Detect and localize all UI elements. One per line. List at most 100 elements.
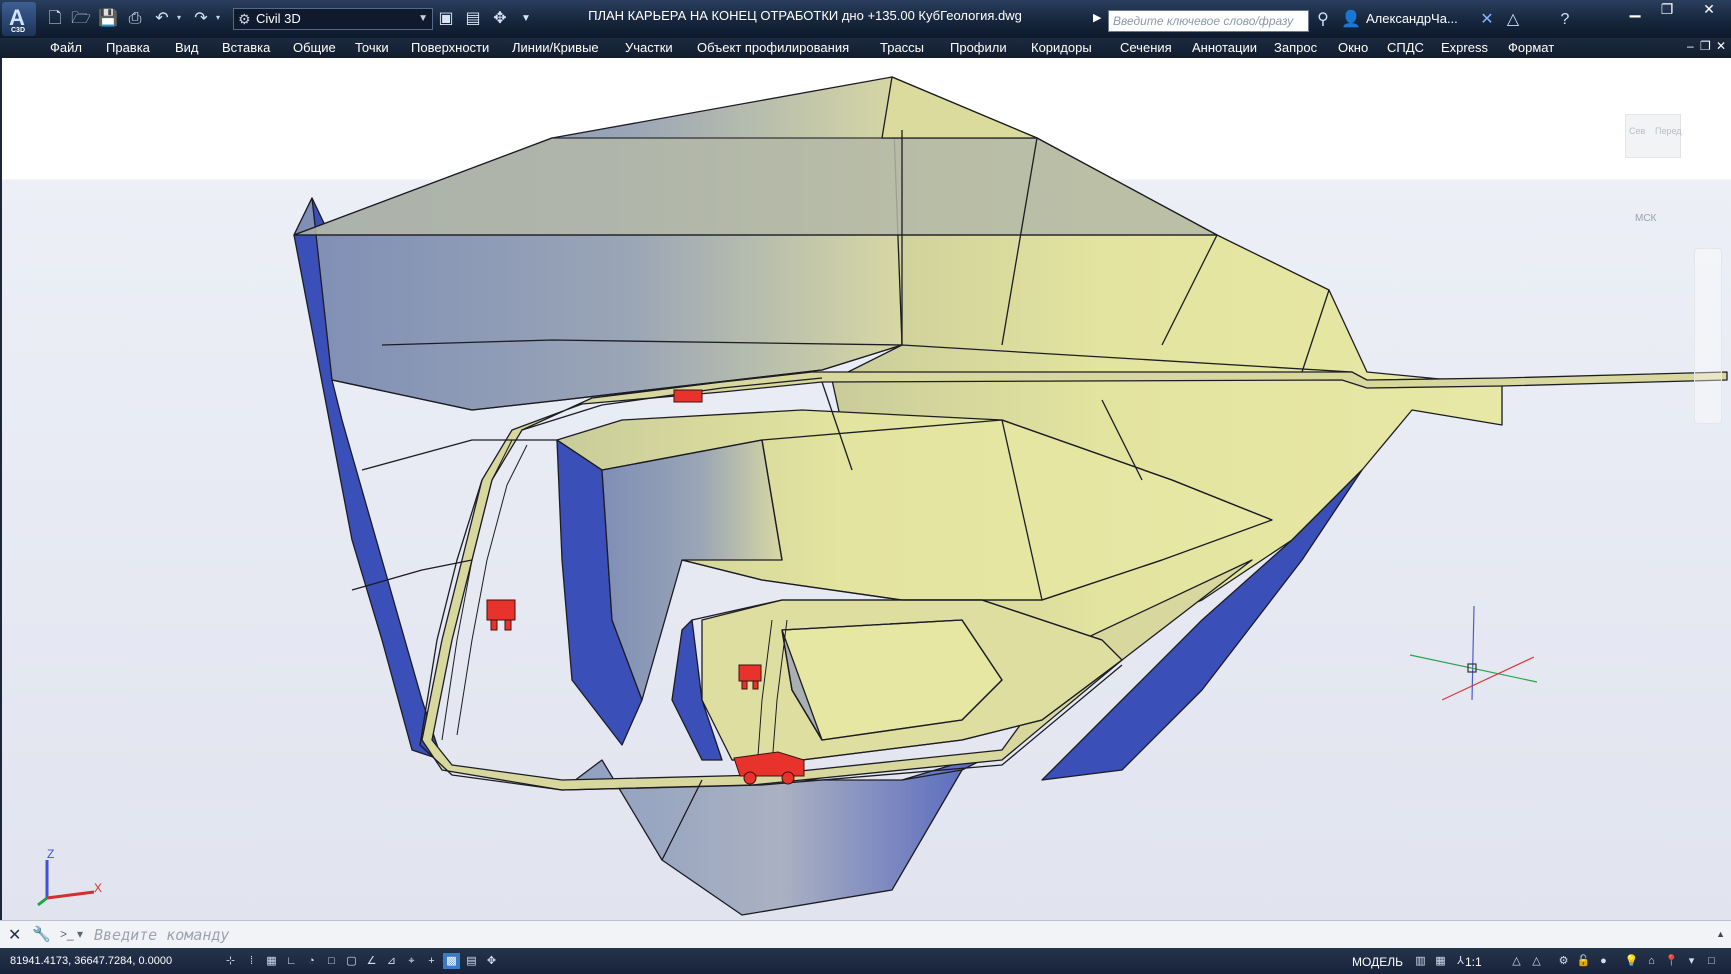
menu-corridors[interactable]: Коридоры	[1031, 40, 1092, 55]
command-line: ✕ 🔧 >_ ▾ Введите команду ▲	[0, 920, 1731, 948]
menu-parcels[interactable]: Участки	[625, 40, 673, 55]
pit-upper-wall-left	[293, 76, 903, 411]
clean-screen-icon[interactable]: □	[1703, 953, 1720, 969]
document-title: ПЛАН КАРЬЕРА НА КОНЕЦ ОТРАБОТКИ дно +135…	[588, 8, 1022, 23]
redo-dropdown-icon[interactable]: ▾	[216, 13, 224, 22]
redo-icon[interactable]: ↷	[190, 8, 212, 30]
close-icon[interactable]: ✕	[8, 925, 21, 945]
status-menu-icon[interactable]: ▾	[1683, 953, 1700, 969]
user-name[interactable]: АлександрЧа...	[1366, 11, 1458, 26]
isolate-objects-icon[interactable]: 💡	[1623, 953, 1640, 969]
open-file-icon[interactable]: 🗁	[70, 8, 92, 30]
workspace-dropdown[interactable]: ⚙ Civil 3D ▼	[233, 8, 433, 30]
menu-points[interactable]: Точки	[355, 40, 389, 55]
toolspace-icon[interactable]: ▤	[462, 8, 484, 30]
3d-osnap-icon[interactable]: ▢	[343, 953, 360, 969]
menu-profiles[interactable]: Профили	[950, 40, 1007, 55]
doc-minimize-icon[interactable]: –	[1687, 39, 1694, 53]
maximize-window-icon[interactable]: ❐	[1652, 0, 1682, 20]
pit-top-bench	[293, 137, 1218, 236]
wcs-menu[interactable]: МСК	[1635, 213, 1656, 224]
hardware-acceleration-icon[interactable]: ●	[1595, 953, 1612, 969]
menu-lines-curves[interactable]: Линии/Кривые	[512, 40, 599, 55]
doc-restore-icon[interactable]: ❐	[1700, 39, 1711, 53]
minimize-window-icon[interactable]: ▁	[1620, 0, 1650, 20]
menu-inquiry[interactable]: Запрос	[1274, 40, 1317, 55]
wrench-icon[interactable]: 🔧	[32, 925, 51, 943]
menu-bar: Файл Правка Вид Вставка Общие Точки Пове…	[0, 38, 1731, 58]
layout-icon[interactable]: ▥	[1412, 953, 1429, 969]
undo-icon[interactable]: ↶	[151, 8, 173, 30]
coordinates-readout: 81941.4173, 36647.7284, 0.0000	[10, 955, 173, 967]
help-icon[interactable]: ?	[1554, 9, 1576, 31]
geolocation-icon[interactable]: ⌂	[1643, 953, 1660, 969]
new-file-icon[interactable]: 🗋	[44, 8, 66, 30]
infer-constraints-icon[interactable]: ⊹	[222, 953, 239, 969]
menu-file[interactable]: Файл	[50, 40, 82, 55]
menu-grading[interactable]: Объект профилирования	[697, 40, 849, 55]
menu-view[interactable]: Вид	[175, 40, 199, 55]
menu-window[interactable]: Окно	[1338, 40, 1368, 55]
viewcube-front-label[interactable]: Перед	[1655, 126, 1682, 136]
exchange-icon[interactable]: ✕	[1476, 9, 1498, 31]
annotation-visibility-icon[interactable]: △	[1508, 953, 1525, 969]
close-window-icon[interactable]: ✕	[1694, 0, 1724, 20]
search-input[interactable]: Введите ключевое слово/фразу	[1108, 10, 1309, 32]
model-space-toggle[interactable]: МОДЕЛЬ	[1352, 955, 1403, 969]
transparency-icon[interactable]: ▩	[443, 953, 460, 969]
user-icon[interactable]: 👤	[1340, 9, 1362, 31]
autodesk-a360-icon[interactable]: △	[1502, 9, 1524, 31]
lock-icon[interactable]: 🔓	[1575, 953, 1592, 969]
app-logo-sub: C3D	[11, 27, 26, 34]
lineweight-icon[interactable]: +	[423, 953, 440, 969]
ortho-icon[interactable]: ∟	[283, 953, 300, 969]
menu-sections[interactable]: Сечения	[1120, 40, 1172, 55]
pin-icon[interactable]: 📍	[1663, 953, 1680, 969]
menu-general[interactable]: Общие	[293, 40, 336, 55]
selection-cycling-icon[interactable]: ✥	[483, 953, 500, 969]
menu-surfaces[interactable]: Поверхности	[411, 40, 489, 55]
save-icon[interactable]: 💾	[97, 8, 119, 30]
otrack-icon[interactable]: ∠	[363, 953, 380, 969]
layer-properties-icon[interactable]: ▣	[435, 8, 457, 30]
auto-scale-icon[interactable]: △	[1528, 953, 1545, 969]
osnap-icon[interactable]: □	[323, 953, 340, 969]
command-input[interactable]: Введите команду	[94, 926, 229, 944]
annotation-scale-value[interactable]: 1:1	[1465, 955, 1482, 969]
title-bar: A C3D 🗋 🗁 💾 ⎙ ↶ ▾ ↷ ▾ ⚙ Civil 3D ▼ ▣ ▤ ✥…	[0, 0, 1731, 38]
viewcube[interactable]: Сев Перед	[1619, 108, 1691, 168]
binoculars-icon[interactable]: ⚲	[1312, 9, 1334, 31]
pit-top-bench-right	[881, 76, 1038, 139]
polar-icon[interactable]: ◔	[303, 953, 320, 969]
undo-dropdown-icon[interactable]: ▾	[177, 13, 185, 22]
menu-express[interactable]: Express	[1441, 40, 1488, 55]
snap-mode-icon[interactable]: ⁞	[243, 953, 260, 969]
drawing-viewport[interactable]: Z X Сев Перед МСК	[0, 58, 1731, 920]
command-prompt-icon[interactable]: >_ ▾	[60, 927, 83, 941]
open-pit-3d-model[interactable]: Z X	[2, 58, 1731, 920]
quick-properties-icon[interactable]: ▤	[463, 953, 480, 969]
workspace-switch-icon[interactable]: ⚙	[1555, 953, 1572, 969]
search-expand-icon[interactable]: ▶	[1093, 11, 1101, 24]
dyn-icon[interactable]: ⌖	[403, 953, 420, 969]
print-icon[interactable]: ⎙	[124, 8, 146, 30]
doc-close-icon[interactable]: ✕	[1716, 39, 1726, 53]
menu-format[interactable]: Формат	[1508, 40, 1554, 55]
menu-alignments[interactable]: Трассы	[880, 40, 924, 55]
properties-icon[interactable]: ✥	[489, 8, 511, 30]
viewcube-top-label[interactable]: Сев	[1629, 126, 1645, 136]
quick-view-icon[interactable]: ▦	[1432, 953, 1449, 969]
menu-edit[interactable]: Правка	[106, 40, 150, 55]
gear-icon: ⚙	[238, 11, 251, 27]
viewcube-face[interactable]	[1625, 114, 1681, 158]
application-menu-button[interactable]: A C3D	[2, 2, 36, 36]
menu-insert[interactable]: Вставка	[222, 40, 270, 55]
chevron-up-icon[interactable]: ▲	[1716, 929, 1725, 939]
grid-icon[interactable]: ▦	[263, 953, 280, 969]
workspace-label: Civil 3D	[256, 11, 301, 26]
qat-customize-icon[interactable]: ▼	[515, 8, 537, 30]
menu-annotations[interactable]: Аннотации	[1192, 40, 1257, 55]
ducs-icon[interactable]: ⊿	[383, 953, 400, 969]
navigation-bar[interactable]	[1694, 248, 1722, 424]
menu-spds[interactable]: СПДС	[1387, 40, 1424, 55]
